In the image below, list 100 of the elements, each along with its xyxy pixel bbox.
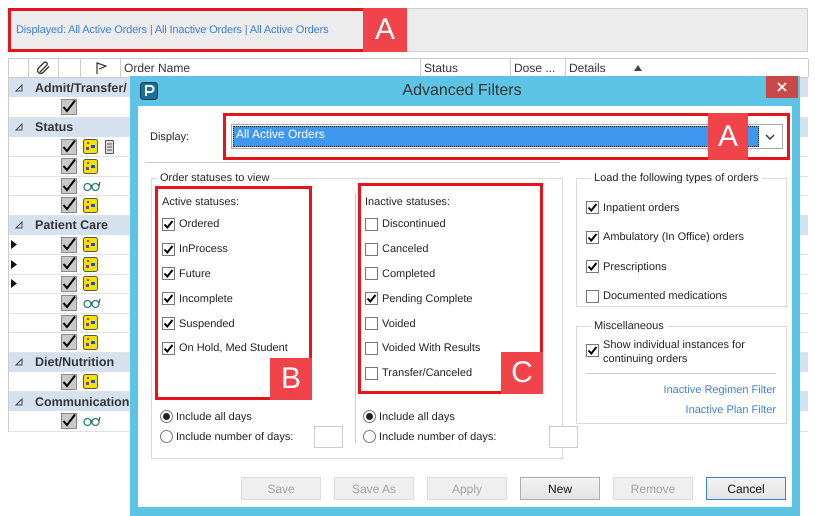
checkbox[interactable]: Suspended bbox=[162, 311, 235, 336]
check-icon bbox=[61, 256, 77, 272]
check-icon bbox=[61, 178, 77, 194]
days-input-field[interactable] bbox=[549, 426, 578, 448]
check-icon bbox=[61, 374, 77, 390]
app-icon bbox=[140, 82, 158, 100]
glasses-icon bbox=[83, 180, 101, 192]
checkmark-icon bbox=[587, 232, 598, 243]
group-name: Status bbox=[35, 120, 74, 134]
check-icon bbox=[61, 295, 77, 312]
check-icon bbox=[61, 314, 77, 331]
checkmark-icon bbox=[163, 218, 174, 230]
order-sheet-icon bbox=[83, 237, 98, 252]
checkbox[interactable]: Documented medications bbox=[586, 282, 786, 311]
column-header[interactable]: Dose ... bbox=[514, 61, 556, 75]
check-icon bbox=[61, 99, 77, 116]
group-name: Diet/Nutrition bbox=[35, 355, 114, 369]
close-button[interactable] bbox=[766, 76, 798, 98]
collapse-triangle-icon[interactable] bbox=[15, 123, 23, 131]
checkbox[interactable]: Ordered bbox=[162, 212, 220, 237]
checkbox[interactable]: Pending Complete bbox=[365, 286, 473, 312]
expand-arrow-icon[interactable] bbox=[11, 260, 17, 269]
check-icon bbox=[61, 158, 77, 174]
displayed-filter-text: Displayed: All Active Orders | All Inactive Orders | All Active Orders bbox=[16, 24, 329, 36]
checkbox[interactable]: Transfer/Canceled bbox=[365, 360, 472, 386]
checkbox[interactable]: On Hold, Med Student bbox=[162, 336, 288, 361]
checkbox[interactable]: Show individual instances for continuing orders bbox=[586, 338, 776, 366]
check-icon bbox=[61, 276, 77, 292]
column-header[interactable]: Status bbox=[424, 61, 458, 75]
glasses-icon bbox=[83, 415, 101, 428]
sort-arrow-icon bbox=[634, 65, 642, 71]
group-name: Admit/Transfer/ bbox=[35, 80, 127, 94]
expand-arrow-icon[interactable] bbox=[11, 279, 17, 288]
dialog-button[interactable]: New bbox=[520, 477, 600, 500]
group-title: Order statuses to view bbox=[159, 171, 270, 185]
order-sheet-icon bbox=[83, 256, 98, 272]
collapse-triangle-icon[interactable] bbox=[15, 84, 23, 92]
column-header[interactable]: Details bbox=[569, 61, 606, 75]
checkmark-icon bbox=[163, 318, 174, 330]
order-sheet-icon bbox=[83, 158, 98, 174]
checkbox[interactable]: Canceled bbox=[365, 236, 428, 262]
collapse-triangle-icon[interactable] bbox=[15, 221, 23, 229]
order-sheet-icon bbox=[83, 198, 98, 213]
expand-arrow-icon[interactable] bbox=[11, 240, 17, 250]
checkmark-icon bbox=[587, 202, 598, 214]
display-label: Display: bbox=[150, 130, 190, 142]
filter-link[interactable]: Inactive Regimen Filter bbox=[664, 380, 776, 400]
filter-link[interactable]: Inactive Plan Filter bbox=[686, 400, 776, 420]
flag-icon bbox=[94, 62, 106, 74]
checkbox[interactable]: Prescriptions bbox=[586, 252, 786, 282]
collapse-triangle-icon[interactable] bbox=[15, 398, 23, 406]
check-icon bbox=[61, 413, 77, 430]
collapse-triangle-icon[interactable] bbox=[15, 358, 23, 366]
checkmark-icon bbox=[163, 244, 174, 255]
order-sheet-icon bbox=[83, 139, 98, 154]
checkbox[interactable]: Completed bbox=[365, 262, 436, 286]
order-sheet-icon bbox=[83, 334, 98, 350]
checkbox[interactable]: Voided bbox=[365, 311, 416, 336]
group-name: Communication bbox=[35, 394, 130, 408]
glasses-icon bbox=[83, 297, 101, 310]
group-name: Patient Care bbox=[35, 218, 108, 232]
days-input-field[interactable] bbox=[314, 426, 343, 448]
checkbox[interactable]: InProcess bbox=[162, 236, 228, 262]
checkbox[interactable]: Voided With Results bbox=[365, 336, 480, 361]
check-icon bbox=[61, 236, 77, 253]
order-sheet-icon bbox=[83, 374, 98, 390]
radio-button[interactable]: Include number of days: bbox=[363, 428, 543, 445]
paperclip-icon bbox=[36, 61, 50, 75]
radio-button[interactable]: Include number of days: bbox=[160, 428, 355, 445]
callout-label: A bbox=[708, 113, 748, 160]
radio-button[interactable]: Include all days bbox=[160, 408, 355, 425]
checkbox[interactable]: Future bbox=[162, 262, 211, 286]
close-icon bbox=[777, 82, 787, 92]
checkmark-icon bbox=[163, 268, 174, 280]
checkbox[interactable]: Incomplete bbox=[162, 286, 233, 312]
dialog-button[interactable]: Cancel bbox=[706, 477, 786, 500]
check-icon bbox=[61, 334, 77, 350]
window-title: Advanced Filters bbox=[401, 82, 523, 100]
section-heading: Inactive statuses: bbox=[365, 195, 451, 210]
checkmark-icon bbox=[163, 342, 174, 354]
column-header[interactable]: Order Name bbox=[124, 61, 190, 75]
radio-button[interactable]: Include all days bbox=[363, 408, 543, 425]
checkmark-icon bbox=[587, 345, 598, 356]
document-icon bbox=[105, 140, 114, 154]
checkbox[interactable]: Ambulatory (In Office) orders bbox=[586, 222, 786, 252]
checkbox[interactable]: Discontinued bbox=[365, 212, 446, 237]
checkmark-icon bbox=[163, 293, 174, 304]
group-title: Load the following types of orders bbox=[593, 171, 760, 185]
group-title: Miscellaneous bbox=[593, 319, 665, 333]
checkmark-icon bbox=[366, 293, 377, 304]
check-icon bbox=[61, 138, 77, 155]
callout-label: A bbox=[363, 8, 407, 52]
callout-label: C bbox=[501, 352, 543, 394]
checkmark-icon bbox=[587, 261, 598, 272]
checkbox[interactable]: Inpatient orders bbox=[586, 193, 786, 222]
order-sheet-icon bbox=[83, 276, 98, 292]
callout-label: B bbox=[270, 358, 312, 400]
check-icon bbox=[61, 197, 77, 214]
order-sheet-icon bbox=[83, 315, 98, 330]
section-heading: Active statuses: bbox=[162, 195, 240, 210]
